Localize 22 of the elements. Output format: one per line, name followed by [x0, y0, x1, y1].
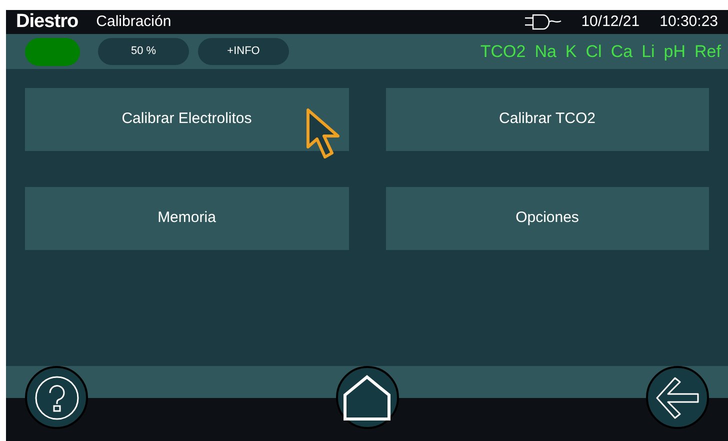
brand-logo: Diestro	[16, 10, 78, 34]
analyte-label: Ref	[694, 40, 721, 63]
menu-button[interactable]: Opciones	[386, 187, 709, 250]
analyte-label: Cl	[586, 40, 602, 63]
menu-button[interactable]: Calibrar Electrolitos	[25, 88, 348, 151]
analyte-label: Na	[534, 40, 556, 63]
window-title: Calibración	[96, 12, 172, 32]
level-button[interactable]: 50 %	[98, 38, 189, 65]
info-button[interactable]: +INFO	[198, 38, 289, 65]
analyte-label: K	[565, 40, 577, 63]
analyte-label: pH	[664, 40, 686, 63]
power-plug-icon	[523, 14, 564, 30]
date-text: 10/12/21	[581, 12, 640, 32]
analyte-label: Ca	[610, 40, 633, 63]
back-arrow-icon	[654, 376, 700, 420]
menu-button[interactable]: Calibrar TCO2	[386, 88, 709, 151]
home-icon	[343, 374, 391, 420]
help-icon	[34, 376, 78, 420]
analyte-label: Li	[642, 40, 655, 63]
menu-button[interactable]: Memoria	[25, 187, 348, 250]
analyte-label: TCO2	[480, 40, 526, 63]
time-text: 10:30:23	[660, 12, 718, 32]
